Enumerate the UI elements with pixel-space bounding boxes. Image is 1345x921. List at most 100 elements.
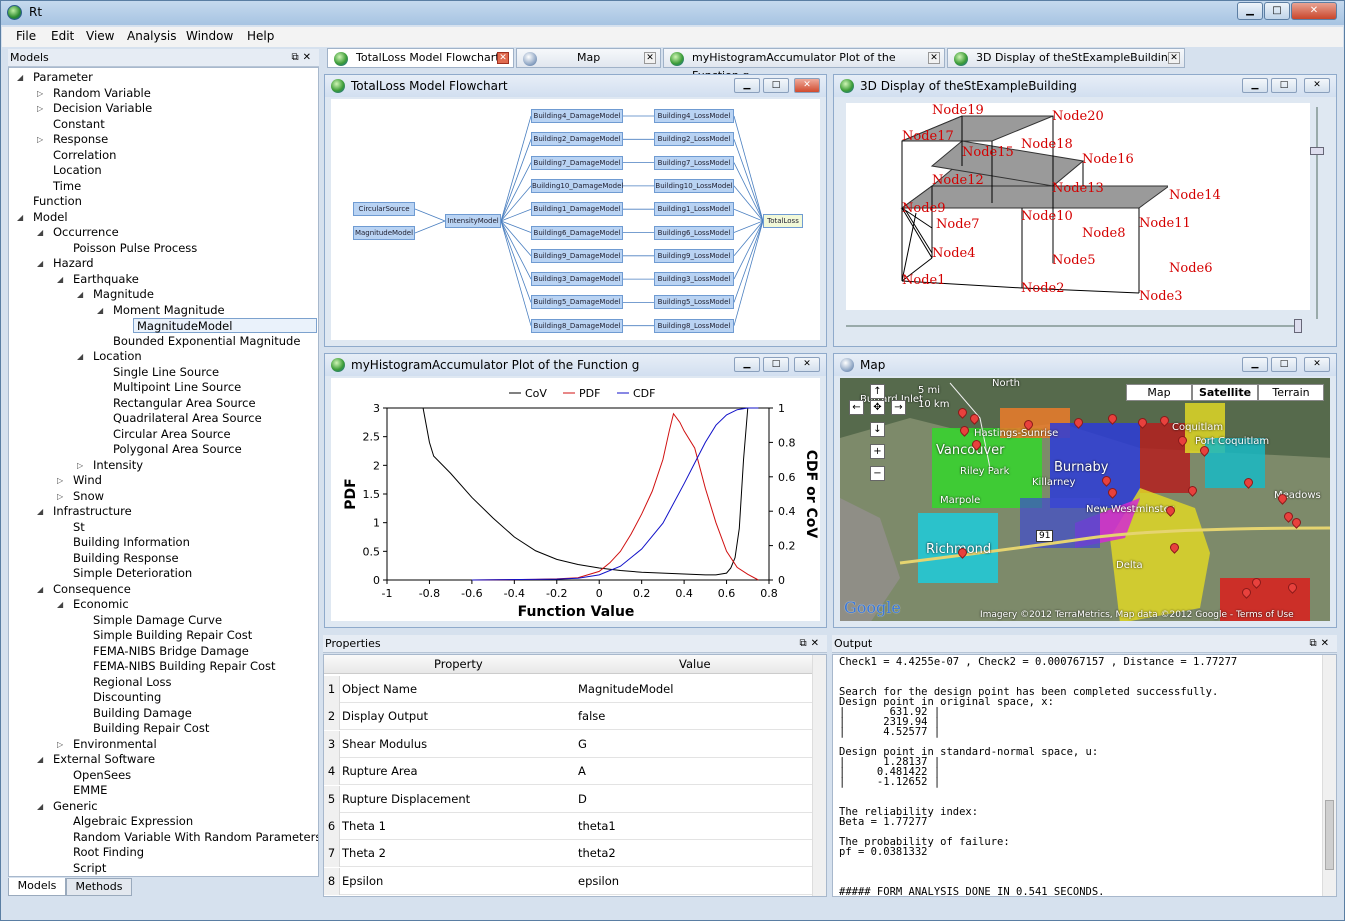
tree-item[interactable]: Random Variable	[53, 86, 151, 101]
flow-node-damage[interactable]: Building6_DamageModel	[531, 225, 623, 240]
tree-item[interactable]: Economic	[73, 597, 129, 612]
slider-handle[interactable]	[1310, 147, 1324, 155]
menu-edit[interactable]: Edit	[51, 29, 74, 43]
pan-down-button[interactable]: ↓	[870, 422, 885, 437]
tree-item[interactable]: Random Variable With Random Parameters	[73, 830, 318, 845]
tree-item[interactable]: Regional Loss	[93, 675, 172, 690]
tree-expander-icon[interactable]: ◢	[77, 290, 83, 299]
col-value[interactable]: Value	[679, 655, 711, 674]
pan-center-button[interactable]: ✥	[870, 400, 885, 415]
property-value[interactable]: theta1	[578, 813, 616, 840]
tree-expander-icon[interactable]: ▷	[37, 135, 43, 144]
tree-item[interactable]: St	[73, 520, 85, 535]
properties-row[interactable]: 6 Theta 1 theta1	[324, 813, 812, 840]
tree-item[interactable]: Infrastructure	[53, 504, 132, 519]
tree-item[interactable]: Time	[53, 179, 81, 194]
flow-node-loss[interactable]: Building8_LossModel	[654, 318, 734, 333]
output-scrollbar[interactable]	[1322, 655, 1336, 896]
close-button[interactable]: ✕	[794, 78, 820, 93]
tree-item[interactable]: Function	[33, 194, 82, 209]
tree-item[interactable]: Algebraic Expression	[73, 814, 193, 829]
minimize-button[interactable]: ▁	[1242, 357, 1268, 372]
tree-expander-icon[interactable]: ▷	[37, 89, 43, 98]
tab-3d[interactable]: 3D Display of theStExampleBuilding ✕	[947, 48, 1185, 68]
tree-item[interactable]: Single Line Source	[113, 365, 219, 380]
property-value[interactable]: MagnitudeModel	[578, 676, 673, 703]
tree-item[interactable]: Decision Variable	[53, 101, 152, 116]
tab-close-icon[interactable]: ✕	[1168, 52, 1180, 64]
close-button[interactable]: ✕	[794, 357, 820, 372]
flow-node-damage[interactable]: Building9_DamageModel	[531, 248, 623, 263]
flowchart-canvas[interactable]: CircularSource MagnitudeModel IntensityMod…	[331, 99, 820, 340]
flow-node-loss[interactable]: Building7_LossModel	[654, 155, 734, 170]
tree-item[interactable]: Building Response	[73, 551, 179, 566]
tree-item[interactable]: Simple Deterioration	[73, 566, 192, 581]
flow-node-damage[interactable]: Building3_DamageModel	[531, 272, 623, 287]
tree-item[interactable]: Generic	[53, 799, 98, 814]
tree-expander-icon[interactable]: ◢	[17, 213, 23, 222]
flow-node-loss[interactable]: Building1_LossModel	[654, 202, 734, 217]
tree-item[interactable]: Correlation	[53, 148, 116, 163]
flow-node-damage[interactable]: Building2_DamageModel	[531, 132, 623, 147]
close-icon[interactable]: ✕	[1321, 638, 1333, 649]
tree-item[interactable]: Poisson Pulse Process	[73, 241, 197, 256]
pan-right-button[interactable]: →	[891, 400, 906, 415]
tree-expander-icon[interactable]: ◢	[57, 275, 63, 284]
properties-row[interactable]: 7 Theta 2 theta2	[324, 840, 812, 868]
tree-expander-icon[interactable]: ◢	[97, 306, 103, 315]
models-tree[interactable]: ◢ Parameter ▷ Random Variable ▷ Decision Vari…	[8, 67, 319, 877]
pan-up-button[interactable]: ↑	[870, 384, 885, 399]
property-value[interactable]: false	[578, 703, 605, 730]
map-type-satellite[interactable]: Satellite	[1192, 384, 1258, 401]
flow-node-damage[interactable]: Building10_DamageModel	[531, 178, 623, 193]
map-type-terrain[interactable]: Terrain	[1258, 384, 1324, 401]
tree-item[interactable]: Multipoint Line Source	[113, 380, 241, 395]
tree-item[interactable]: Environmental	[73, 737, 157, 752]
tree-expander-icon[interactable]: ◢	[37, 755, 43, 764]
tree-expander-icon[interactable]: ◢	[37, 802, 43, 811]
tree-expander-icon[interactable]: ◢	[37, 585, 43, 594]
tree-item[interactable]: Occurrence	[53, 225, 119, 240]
tree-item[interactable]: Polygonal Area Source	[113, 442, 242, 457]
properties-row[interactable]: 8 Epsilon epsilon	[324, 867, 812, 895]
tab-histogram[interactable]: myHistogramAccumulator Plot of the Funct…	[663, 48, 945, 82]
restore-button[interactable]: □	[1271, 78, 1297, 93]
tree-item[interactable]: Response	[53, 132, 108, 147]
tree-item[interactable]: Discounting	[93, 690, 161, 705]
map-view[interactable]: MapSatelliteTerrainVancouverNorthBurrard…	[840, 378, 1330, 621]
map-type-map[interactable]: Map	[1126, 384, 1192, 401]
close-icon[interactable]: ✕	[303, 52, 315, 63]
tree-item[interactable]: Rectangular Area Source	[113, 396, 256, 411]
float-icon[interactable]: ⧉	[1309, 638, 1320, 649]
tree-item[interactable]: Intensity	[93, 458, 143, 473]
properties-scrollbar[interactable]	[812, 655, 826, 896]
float-icon[interactable]: ⧉	[291, 52, 302, 63]
close-button[interactable]: ✕	[1291, 2, 1337, 20]
tree-item[interactable]: Building Repair Cost	[93, 721, 209, 736]
tree-item[interactable]: External Software	[53, 752, 155, 767]
tree-item[interactable]: Circular Area Source	[113, 427, 231, 442]
tree-expander-icon[interactable]: ◢	[37, 507, 43, 516]
flow-node-loss[interactable]: Building5_LossModel	[654, 295, 734, 310]
tree-expander-icon[interactable]: ▷	[57, 740, 63, 749]
tab-methods[interactable]: Methods	[66, 878, 132, 896]
close-button[interactable]: ✕	[1304, 357, 1330, 372]
slider-handle[interactable]	[1294, 319, 1302, 333]
flow-node-intensity[interactable]: IntensityModel	[445, 214, 501, 228]
tab-close-icon[interactable]: ✕	[928, 52, 940, 64]
tab-models[interactable]: Models	[8, 878, 66, 896]
flow-node-total[interactable]: TotalLoss	[763, 214, 803, 228]
tree-item[interactable]: Snow	[73, 489, 104, 504]
property-value[interactable]: D	[578, 786, 587, 813]
tree-item[interactable]: Root Finding	[73, 845, 144, 860]
flow-node-damage[interactable]: Building4_DamageModel	[531, 109, 623, 123]
zoom-slider-vertical[interactable]	[1310, 107, 1324, 319]
flow-node-loss[interactable]: Building3_LossModel	[654, 272, 734, 287]
restore-button[interactable]: □	[763, 78, 789, 93]
tree-item[interactable]: Earthquake	[73, 272, 139, 287]
menu-help[interactable]: Help	[247, 29, 274, 43]
tree-item[interactable]: MagnitudeModel	[133, 318, 317, 333]
minimize-button[interactable]: ▁	[734, 78, 760, 93]
close-icon[interactable]: ✕	[811, 638, 823, 649]
tree-item[interactable]: Wind	[73, 473, 102, 488]
